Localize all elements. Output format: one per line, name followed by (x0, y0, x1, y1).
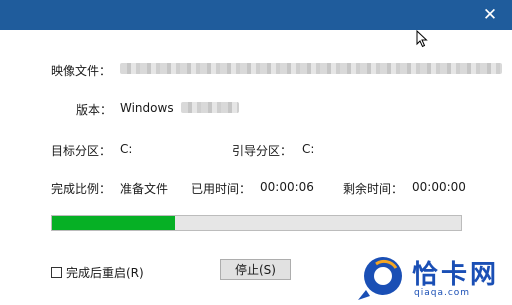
image-file-path-blurred (120, 63, 502, 74)
version-value: Windows (120, 101, 174, 115)
boot-partition-label: 引导分区： (232, 144, 293, 158)
stop-button-label: 停止(S) (235, 263, 276, 277)
watermark-url: qiaqa.com (414, 288, 471, 298)
remaining-time-value: 00:00:00 (412, 180, 466, 194)
restart-after-finish-label: 完成后重启(R) (66, 266, 144, 280)
title-bar: ✕ (0, 0, 512, 30)
mouse-cursor-icon (416, 30, 428, 48)
checkbox-box[interactable] (51, 267, 62, 278)
watermark-logo: 恰卡网 qiaqa.com (356, 254, 512, 302)
stop-button[interactable]: 停止(S) (220, 259, 291, 280)
image-file-label: 映像文件： (51, 64, 112, 78)
progress-fill (52, 216, 175, 230)
restart-after-finish-checkbox[interactable]: 完成后重启(R) (51, 264, 144, 281)
watermark-text: 恰卡网 (412, 260, 500, 290)
elapsed-time-label: 已用时间： (191, 182, 252, 196)
target-partition-label: 目标分区： (51, 144, 112, 158)
completion-ratio-label: 完成比例： (51, 182, 112, 196)
boot-partition-value: C: (302, 142, 315, 156)
target-partition-value: C: (120, 142, 133, 156)
close-icon[interactable]: ✕ (480, 5, 500, 25)
remaining-time-label: 剩余时间： (343, 182, 404, 196)
version-detail-blurred (181, 102, 239, 113)
elapsed-time-value: 00:00:06 (260, 180, 314, 194)
completion-ratio-value: 准备文件 (120, 182, 169, 196)
progress-bar (51, 215, 462, 231)
watermark-magnifier-icon (358, 257, 402, 300)
version-label: 版本： (76, 103, 113, 117)
